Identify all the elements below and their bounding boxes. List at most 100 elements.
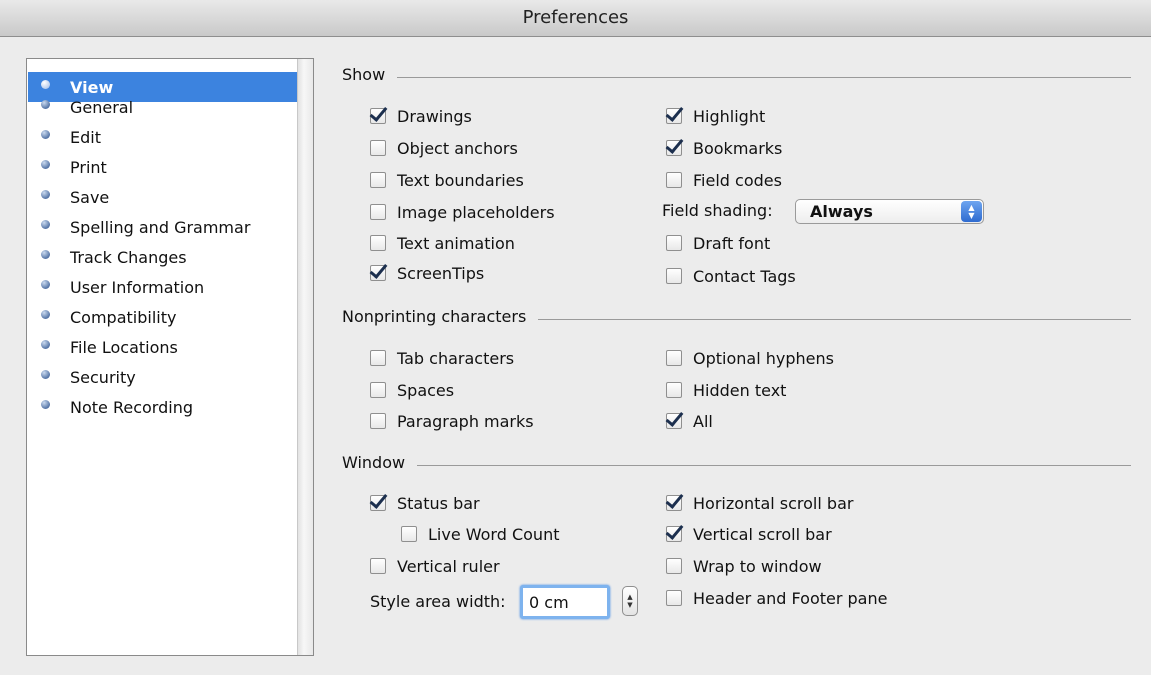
checkbox-icon[interactable] — [666, 558, 682, 574]
checkbox-draft-font[interactable]: Draft font — [666, 231, 770, 255]
checkbox-vertical-ruler[interactable]: Vertical ruler — [370, 554, 500, 578]
style-area-width-value: 0 cm — [529, 592, 569, 612]
section-title: Window — [342, 452, 406, 472]
checkbox-hidden-text[interactable]: Hidden text — [666, 378, 786, 402]
sidebar-item-print[interactable]: Print — [28, 152, 297, 182]
checkbox-field-codes[interactable]: Field codes — [666, 168, 782, 192]
checkbox-icon[interactable] — [370, 204, 386, 220]
checkbox-wrap-to-window[interactable]: Wrap to window — [666, 554, 822, 578]
checkbox-icon[interactable] — [666, 590, 682, 606]
checkbox-icon[interactable] — [666, 140, 682, 156]
checkbox-object-anchors[interactable]: Object anchors — [370, 136, 518, 160]
checkbox-icon[interactable] — [666, 235, 682, 251]
checkbox-icon[interactable] — [370, 413, 386, 429]
sidebar-item-file-locations[interactable]: File Locations — [28, 332, 297, 362]
bullet-icon — [41, 279, 50, 289]
checkbox-icon[interactable] — [666, 382, 682, 398]
bullet-icon — [41, 309, 50, 319]
bullet-icon — [41, 159, 50, 169]
checkbox-highlight[interactable]: Highlight — [666, 104, 765, 128]
checkbox-label: Bookmarks — [693, 138, 783, 158]
bullet-icon — [41, 249, 50, 259]
checkbox-all[interactable]: All — [666, 409, 713, 433]
checkbox-image-placeholders[interactable]: Image placeholders — [370, 200, 555, 224]
checkbox-screentips[interactable]: ScreenTips — [370, 261, 484, 285]
checkbox-icon[interactable] — [370, 558, 386, 574]
section-divider — [417, 464, 1131, 466]
checkbox-icon[interactable] — [370, 382, 386, 398]
checkbox-label: Hidden text — [693, 380, 787, 400]
checkbox-icon[interactable] — [666, 108, 682, 124]
sidebar-item-note-recording[interactable]: Note Recording — [28, 392, 297, 422]
checkbox-label: Optional hyphens — [693, 348, 834, 368]
checkbox-paragraph-marks[interactable]: Paragraph marks — [370, 409, 534, 433]
sidebar-item-user-information[interactable]: User Information — [28, 272, 297, 302]
checkbox-icon[interactable] — [666, 413, 682, 429]
field-shading-select[interactable]: Always ▲ ▼ — [795, 199, 984, 224]
sidebar-item-security[interactable]: Security — [28, 362, 297, 392]
checkbox-tab-characters[interactable]: Tab characters — [370, 346, 514, 370]
bullet-icon — [41, 79, 50, 89]
checkbox-icon[interactable] — [666, 268, 682, 284]
bullet-icon — [41, 369, 50, 379]
sidebar-item-label: Note Recording — [70, 397, 193, 417]
checkbox-icon[interactable] — [401, 526, 417, 542]
sidebar-item-save[interactable]: Save — [28, 182, 297, 212]
checkbox-status-bar[interactable]: Status bar — [370, 491, 480, 515]
checkbox-label: Text boundaries — [397, 170, 524, 190]
checkbox-drawings[interactable]: Drawings — [370, 104, 472, 128]
checkbox-label: Live Word Count — [428, 524, 560, 544]
checkbox-contact-tags[interactable]: Contact Tags — [666, 264, 796, 288]
checkbox-label: Wrap to window — [693, 556, 822, 576]
sidebar-item-label: Edit — [70, 127, 101, 147]
checkbox-label: Contact Tags — [693, 266, 796, 286]
popup-arrows-icon: ▲ ▼ — [961, 201, 982, 222]
bullet-icon — [41, 129, 50, 139]
bullet-icon — [41, 99, 50, 109]
sidebar-scrollbar[interactable] — [297, 59, 313, 655]
checkbox-icon[interactable] — [666, 172, 682, 188]
checkbox-icon[interactable] — [666, 526, 682, 542]
checkbox-bookmarks[interactable]: Bookmarks — [666, 136, 782, 160]
section-title: Show — [342, 64, 386, 84]
checkbox-label: Vertical scroll bar — [693, 524, 832, 544]
checkbox-icon[interactable] — [666, 350, 682, 366]
checkbox-horizontal-scroll-bar[interactable]: Horizontal scroll bar — [666, 491, 853, 515]
checkbox-label: Header and Footer pane — [693, 588, 888, 608]
preferences-category-list[interactable]: View General Edit Print Save Spelling an… — [26, 58, 314, 656]
checkbox-spaces[interactable]: Spaces — [370, 378, 454, 402]
checkbox-icon[interactable] — [370, 235, 386, 251]
bullet-icon — [41, 219, 50, 229]
checkbox-live-word-count[interactable]: Live Word Count — [401, 522, 559, 546]
checkbox-text-boundaries[interactable]: Text boundaries — [370, 168, 524, 192]
sidebar-item-edit[interactable]: Edit — [28, 122, 297, 152]
section-divider — [397, 76, 1131, 78]
sidebar-item-spelling-grammar[interactable]: Spelling and Grammar — [28, 212, 297, 242]
sidebar-item-label: Print — [70, 157, 107, 177]
checkbox-optional-hyphens[interactable]: Optional hyphens — [666, 346, 834, 370]
checkbox-vertical-scroll-bar[interactable]: Vertical scroll bar — [666, 522, 832, 546]
checkbox-icon[interactable] — [370, 108, 386, 124]
sidebar-item-track-changes[interactable]: Track Changes — [28, 242, 297, 272]
show-section-header: Show — [342, 64, 1131, 84]
checkbox-header-footer-pane[interactable]: Header and Footer pane — [666, 586, 887, 610]
checkbox-label: Field codes — [693, 170, 782, 190]
style-area-width-input[interactable]: 0 cm — [520, 585, 610, 619]
checkbox-label: Draft font — [693, 233, 771, 253]
checkbox-label: Status bar — [397, 493, 480, 513]
checkbox-icon[interactable] — [370, 172, 386, 188]
checkbox-icon[interactable] — [370, 495, 386, 511]
checkbox-label: Spaces — [397, 380, 455, 400]
sidebar-item-compatibility[interactable]: Compatibility — [28, 302, 297, 332]
checkbox-icon[interactable] — [370, 265, 386, 281]
checkbox-icon[interactable] — [666, 495, 682, 511]
style-area-width-stepper[interactable]: ▲ ▼ — [622, 586, 638, 616]
nonprinting-section-header: Nonprinting characters — [342, 306, 1131, 326]
checkbox-icon[interactable] — [370, 140, 386, 156]
checkbox-label: Text animation — [397, 233, 515, 253]
checkbox-label: Paragraph marks — [397, 411, 534, 431]
checkbox-text-animation[interactable]: Text animation — [370, 231, 515, 255]
sidebar-item-general[interactable]: General — [28, 92, 297, 122]
checkbox-icon[interactable] — [370, 350, 386, 366]
sidebar-item-label: User Information — [70, 277, 205, 297]
